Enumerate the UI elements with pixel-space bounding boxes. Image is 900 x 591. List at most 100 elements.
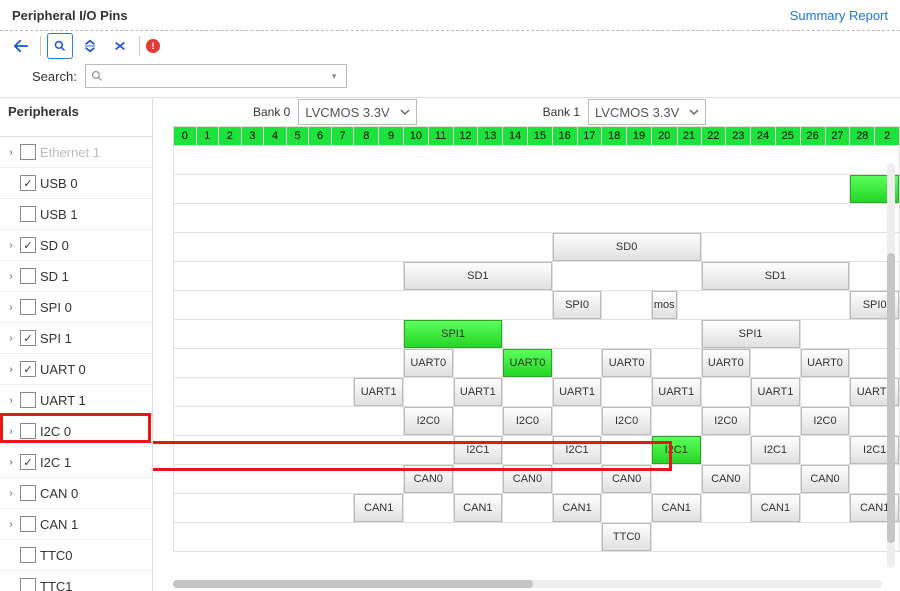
pin-block[interactable]: I2C0: [702, 407, 751, 435]
column-header[interactable]: 14: [503, 127, 528, 146]
column-header[interactable]: 0: [174, 127, 197, 146]
pin-block[interactable]: SPI1: [702, 320, 800, 348]
pin-block[interactable]: UART0: [602, 349, 651, 377]
pin-block[interactable]: UART1: [751, 378, 800, 406]
back-button[interactable]: [8, 33, 34, 59]
pin-block[interactable]: CAN0: [801, 465, 850, 493]
collapse-button[interactable]: [77, 33, 103, 59]
pin-block[interactable]: CAN0: [404, 465, 453, 493]
column-header[interactable]: 2: [875, 127, 900, 146]
search-input-wrap[interactable]: ▾: [85, 64, 347, 88]
column-header[interactable]: 7: [331, 127, 354, 146]
sidebar-item-spi-1[interactable]: ›✓SPI 1: [0, 323, 152, 354]
sidebar-item-usb-0[interactable]: ✓USB 0: [0, 168, 152, 199]
sidebar-item-spi-0[interactable]: ›SPI 0: [0, 292, 152, 323]
pin-block[interactable]: UART0: [503, 349, 552, 377]
checkbox[interactable]: [20, 206, 36, 222]
column-header[interactable]: 21: [677, 127, 701, 146]
checkbox[interactable]: [20, 485, 36, 501]
column-header[interactable]: 4: [264, 127, 287, 146]
column-header[interactable]: 2: [219, 127, 242, 146]
pin-block[interactable]: CAN0: [503, 465, 552, 493]
pin-block[interactable]: TTC0: [602, 523, 651, 551]
column-header[interactable]: 6: [309, 127, 332, 146]
pin-block[interactable]: SPI0: [553, 291, 602, 319]
pin-block[interactable]: CAN1: [454, 494, 503, 522]
sidebar-item-i2c-0[interactable]: ›I2C 0: [0, 416, 152, 447]
checkbox[interactable]: [20, 144, 36, 160]
pin-block[interactable]: CAN1: [652, 494, 701, 522]
pin-block[interactable]: I2C1: [751, 436, 800, 464]
checkbox[interactable]: ✓: [20, 330, 36, 346]
pin-block[interactable]: mos: [652, 291, 677, 319]
sidebar-item-uart-1[interactable]: ›UART 1: [0, 385, 152, 416]
pin-block[interactable]: CAN1: [354, 494, 403, 522]
column-header[interactable]: 9: [379, 127, 404, 146]
bank1-select[interactable]: LVCMOS 3.3V: [588, 99, 706, 125]
checkbox[interactable]: [20, 578, 36, 591]
pin-block[interactable]: I2C1: [652, 436, 701, 464]
checkbox[interactable]: ✓: [20, 454, 36, 470]
pin-block[interactable]: I2C0: [404, 407, 453, 435]
pin-block[interactable]: SD1: [404, 262, 552, 290]
pin-block[interactable]: UART0: [801, 349, 850, 377]
sidebar-item-uart-0[interactable]: ›✓UART 0: [0, 354, 152, 385]
checkbox[interactable]: [20, 423, 36, 439]
pin-block[interactable]: SD0: [553, 233, 701, 261]
sidebar-item-i2c-1[interactable]: ›✓I2C 1: [0, 447, 152, 478]
sidebar-item-ethernet-1[interactable]: ›Ethernet 1: [0, 137, 152, 168]
column-header[interactable]: 5: [286, 127, 309, 146]
column-header[interactable]: 3: [241, 127, 264, 146]
column-header[interactable]: 22: [701, 127, 726, 146]
expand-button[interactable]: [107, 33, 133, 59]
column-header[interactable]: 16: [552, 127, 577, 146]
pin-block[interactable]: UART1: [354, 378, 403, 406]
checkbox[interactable]: [20, 299, 36, 315]
column-header[interactable]: 23: [726, 127, 751, 146]
pin-block[interactable]: UART0: [702, 349, 751, 377]
sidebar-item-can-0[interactable]: ›CAN 0: [0, 478, 152, 509]
vertical-scrollbar[interactable]: [887, 163, 895, 568]
pin-block[interactable]: SPI1: [404, 320, 502, 348]
checkbox[interactable]: ✓: [20, 237, 36, 253]
pin-block[interactable]: I2C1: [553, 436, 602, 464]
column-header[interactable]: 19: [627, 127, 652, 146]
checkbox[interactable]: ✓: [20, 175, 36, 191]
bank0-select[interactable]: LVCMOS 3.3V: [298, 99, 416, 125]
pin-block[interactable]: I2C0: [602, 407, 651, 435]
error-indicator-icon[interactable]: !: [146, 39, 160, 53]
column-header[interactable]: 1: [196, 127, 219, 146]
column-header[interactable]: 13: [478, 127, 503, 146]
pin-block[interactable]: CAN0: [702, 465, 751, 493]
checkbox[interactable]: ✓: [20, 361, 36, 377]
column-header[interactable]: 28: [850, 127, 875, 146]
column-header[interactable]: 10: [403, 127, 428, 146]
column-header[interactable]: 24: [751, 127, 776, 146]
column-header[interactable]: 27: [825, 127, 850, 146]
checkbox[interactable]: [20, 516, 36, 532]
pin-block[interactable]: I2C0: [801, 407, 850, 435]
sidebar-item-sd-0[interactable]: ›✓SD 0: [0, 230, 152, 261]
sidebar-item-ttc0[interactable]: TTC0: [0, 540, 152, 571]
sidebar-item-can-1[interactable]: ›CAN 1: [0, 509, 152, 540]
column-header[interactable]: 25: [775, 127, 800, 146]
sidebar-item-ttc1[interactable]: TTC1: [0, 571, 152, 591]
pin-block[interactable]: SD1: [702, 262, 850, 290]
pin-block[interactable]: UART1: [553, 378, 602, 406]
checkbox[interactable]: [20, 392, 36, 408]
column-header[interactable]: 18: [602, 127, 627, 146]
horizontal-scrollbar[interactable]: [173, 580, 882, 588]
pin-block[interactable]: UART1: [652, 378, 701, 406]
column-header[interactable]: 12: [453, 127, 478, 146]
pin-block[interactable]: I2C0: [503, 407, 552, 435]
column-header[interactable]: 8: [354, 127, 379, 146]
pin-block[interactable]: I2C1: [454, 436, 503, 464]
column-header[interactable]: 26: [800, 127, 825, 146]
checkbox[interactable]: [20, 268, 36, 284]
pin-block[interactable]: CAN1: [751, 494, 800, 522]
column-header[interactable]: 15: [527, 127, 552, 146]
checkbox[interactable]: [20, 547, 36, 563]
sidebar-item-sd-1[interactable]: ›SD 1: [0, 261, 152, 292]
dropdown-caret-icon[interactable]: ▾: [332, 71, 341, 82]
sidebar-item-usb-1[interactable]: USB 1: [0, 199, 152, 230]
